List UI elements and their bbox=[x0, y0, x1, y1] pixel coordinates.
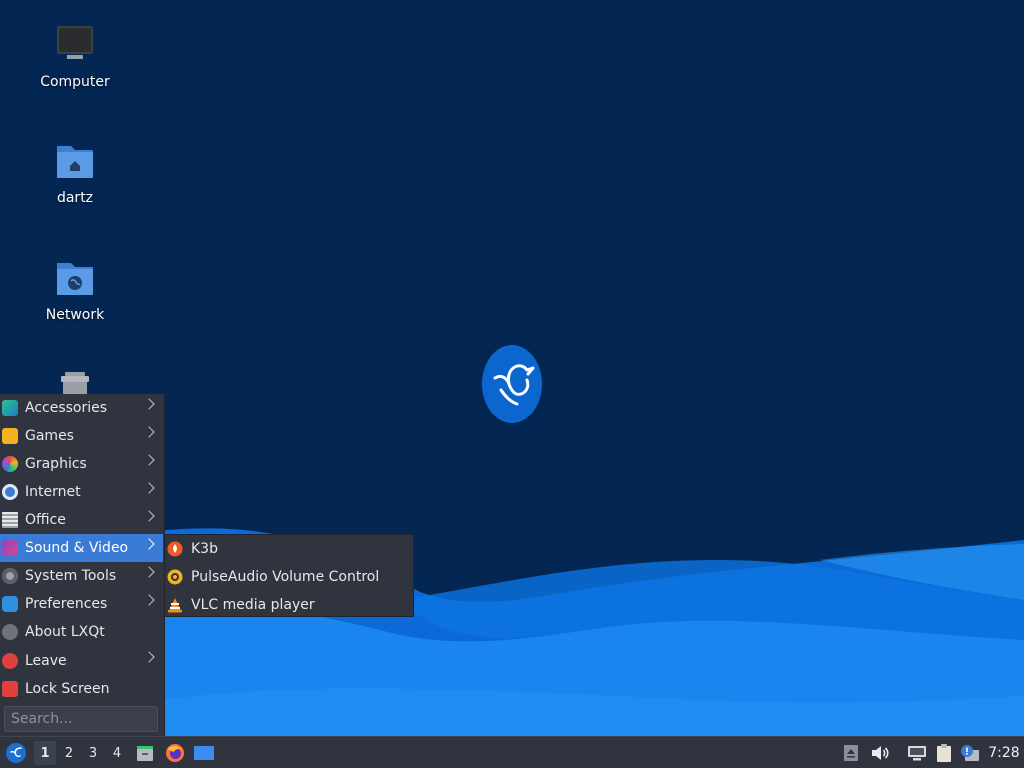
show-desktop-button[interactable] bbox=[192, 741, 216, 765]
eject-icon bbox=[844, 745, 858, 761]
volume-tray-button[interactable] bbox=[868, 741, 892, 765]
workspace-2-button[interactable]: 2 bbox=[58, 741, 80, 765]
desktop-icon bbox=[194, 746, 214, 760]
menu-item-label: Internet bbox=[25, 484, 81, 500]
chevron-right-icon bbox=[143, 510, 155, 522]
graphics-icon bbox=[2, 456, 18, 472]
clipboard-tray-button[interactable] bbox=[932, 741, 956, 765]
chevron-right-icon bbox=[143, 651, 155, 663]
desktop-icon-label: Computer bbox=[40, 74, 110, 90]
system-tools-icon bbox=[2, 568, 18, 584]
submenu-item-label: PulseAudio Volume Control bbox=[191, 569, 380, 585]
desktop-icon-label: dartz bbox=[56, 190, 94, 206]
menu-item-system-tools[interactable]: System Tools bbox=[0, 562, 163, 590]
menu-item-label: Accessories bbox=[25, 400, 108, 416]
office-icon bbox=[2, 512, 18, 528]
menu-search-input[interactable]: Search... bbox=[4, 706, 158, 732]
menu-item-graphics[interactable]: Graphics bbox=[0, 450, 163, 478]
network-wired-icon bbox=[908, 746, 926, 761]
update-notification-icon bbox=[961, 745, 979, 761]
sound-video-submenu: K3b PulseAudio Volume Control VLC media … bbox=[164, 534, 414, 617]
menu-item-label: About LXQt bbox=[25, 624, 105, 640]
start-menu-button[interactable] bbox=[4, 741, 28, 765]
home-folder-icon bbox=[51, 138, 99, 186]
chevron-right-icon bbox=[143, 454, 155, 466]
menu-item-label: Preferences bbox=[25, 596, 108, 612]
pulseaudio-icon bbox=[167, 569, 183, 585]
desktop-icon-home-folder[interactable]: dartz bbox=[20, 138, 130, 206]
firefox-launcher[interactable] bbox=[163, 741, 187, 765]
accessories-icon bbox=[2, 400, 18, 416]
workspace-3-button[interactable]: 3 bbox=[82, 741, 104, 765]
clipboard-icon bbox=[937, 744, 951, 762]
menu-item-lock-screen[interactable]: Lock Screen bbox=[0, 675, 163, 703]
chevron-right-icon bbox=[143, 566, 155, 578]
chevron-right-icon bbox=[143, 426, 155, 438]
chevron-right-icon bbox=[143, 538, 155, 550]
workspace-4-button[interactable]: 4 bbox=[106, 741, 128, 765]
menu-item-label: Graphics bbox=[25, 456, 87, 472]
submenu-item-label: VLC media player bbox=[191, 597, 315, 613]
desktop-icon-computer[interactable]: Computer bbox=[20, 22, 130, 90]
taskbar: 1 2 3 4 7:28 bbox=[0, 736, 1024, 768]
volume-icon bbox=[872, 746, 889, 760]
preferences-icon bbox=[2, 596, 18, 612]
update-notifier-tray-button[interactable] bbox=[958, 741, 982, 765]
menu-item-about-lxqt[interactable]: About LXQt bbox=[0, 618, 163, 646]
file-manager-icon bbox=[137, 746, 153, 761]
sound-video-icon bbox=[2, 540, 18, 556]
menu-item-internet[interactable]: Internet bbox=[0, 478, 163, 506]
k3b-icon bbox=[167, 541, 183, 557]
computer-icon bbox=[51, 22, 99, 70]
firefox-icon bbox=[166, 744, 184, 762]
info-icon bbox=[2, 624, 18, 640]
network-tray-button[interactable] bbox=[906, 741, 928, 765]
menu-item-label: Office bbox=[25, 512, 66, 528]
menu-item-office[interactable]: Office bbox=[0, 506, 163, 534]
submenu-item-pulseaudio[interactable]: PulseAudio Volume Control bbox=[165, 563, 413, 591]
menu-item-label: Lock Screen bbox=[25, 681, 110, 697]
power-icon bbox=[2, 653, 18, 669]
clock[interactable]: 7:28 bbox=[986, 741, 1022, 765]
menu-item-preferences[interactable]: Preferences bbox=[0, 590, 163, 618]
menu-item-sound-video[interactable]: Sound & Video bbox=[0, 534, 163, 562]
lubuntu-logo bbox=[481, 344, 543, 424]
desktop-icon-network[interactable]: Network bbox=[20, 255, 130, 323]
menu-item-games[interactable]: Games bbox=[0, 422, 163, 450]
chevron-right-icon bbox=[143, 482, 155, 494]
vlc-icon bbox=[167, 597, 183, 613]
chevron-right-icon bbox=[143, 594, 155, 606]
chevron-right-icon bbox=[143, 398, 155, 410]
submenu-item-k3b[interactable]: K3b bbox=[165, 535, 413, 563]
menu-item-label: Games bbox=[25, 428, 74, 444]
menu-item-leave[interactable]: Leave bbox=[0, 647, 163, 675]
submenu-item-vlc[interactable]: VLC media player bbox=[165, 591, 413, 619]
menu-item-label: System Tools bbox=[25, 568, 117, 584]
lubuntu-start-icon bbox=[6, 743, 26, 763]
workspace-1-button[interactable]: 1 bbox=[34, 741, 56, 765]
application-menu: Accessories Games Graphics Internet Offi… bbox=[0, 394, 165, 736]
internet-icon bbox=[2, 484, 18, 500]
submenu-item-label: K3b bbox=[191, 541, 218, 557]
desktop-icon-label: Network bbox=[45, 307, 105, 323]
eject-tray-button[interactable] bbox=[840, 741, 862, 765]
games-icon bbox=[2, 428, 18, 444]
network-folder-icon bbox=[51, 255, 99, 303]
menu-item-accessories[interactable]: Accessories bbox=[0, 394, 163, 422]
lock-icon bbox=[2, 681, 18, 697]
menu-item-label: Sound & Video bbox=[25, 540, 129, 556]
menu-item-label: Leave bbox=[25, 653, 67, 669]
file-manager-launcher[interactable] bbox=[133, 741, 157, 765]
